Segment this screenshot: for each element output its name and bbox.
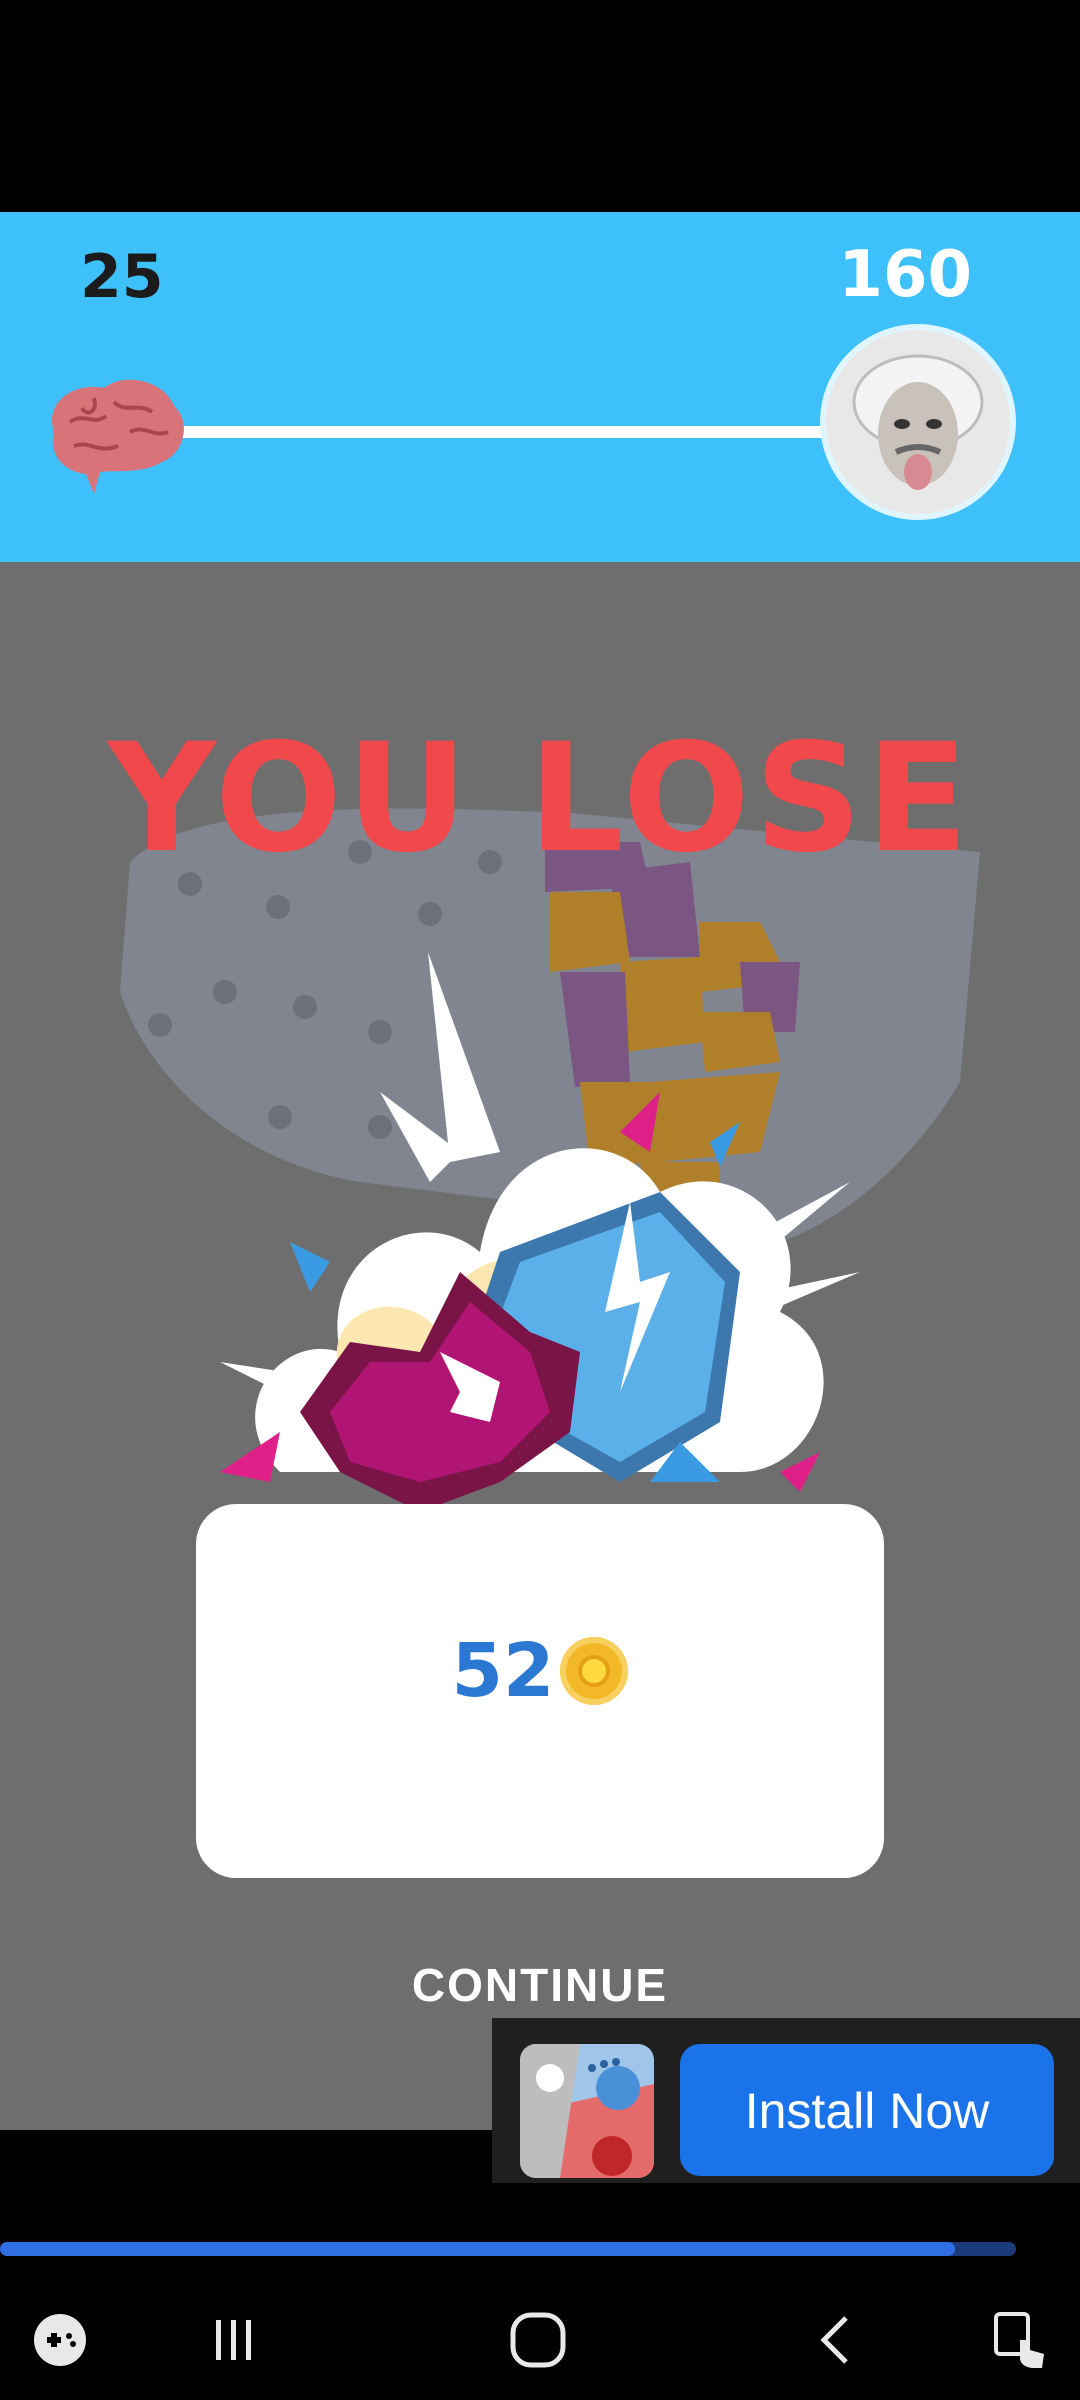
current-score: 25 xyxy=(80,242,164,312)
reward-amount: 52 xyxy=(451,1628,555,1714)
target-score: 160 xyxy=(838,238,972,312)
ad-app-icon[interactable] xyxy=(520,2044,654,2178)
game-launcher-icon[interactable] xyxy=(0,2280,120,2400)
score-header: 25 160 xyxy=(0,212,1080,562)
recents-icon[interactable] xyxy=(174,2280,294,2400)
system-navigation-bar xyxy=(0,2280,1080,2400)
install-now-button[interactable]: Install Now xyxy=(680,2044,1054,2176)
back-icon[interactable] xyxy=(778,2280,898,2400)
ad-progress-fill xyxy=(0,2242,956,2256)
einstein-avatar xyxy=(820,324,1016,520)
reward-display: 52 xyxy=(0,1628,1080,1714)
brain-icon xyxy=(52,379,184,494)
accessibility-icon[interactable] xyxy=(960,2280,1080,2400)
score-progress-track xyxy=(170,426,830,438)
status-bar-area xyxy=(0,0,1080,212)
home-icon[interactable] xyxy=(478,2280,598,2400)
you-lose-title: YOU LOSE xyxy=(107,712,973,886)
ad-progress-bar xyxy=(0,2242,1016,2256)
continue-button[interactable]: CONTINUE xyxy=(0,1957,1080,2013)
coin-icon xyxy=(560,1637,629,1705)
game-area: YOU LOSE 52 CONTINUE xyxy=(0,562,1080,2130)
